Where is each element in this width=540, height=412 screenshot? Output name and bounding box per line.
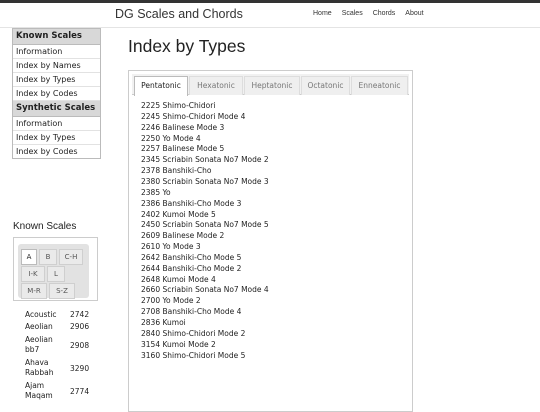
scale-link[interactable]: 2402 Kumoi Mode 5 <box>141 210 216 220</box>
tab-enneatonic[interactable]: Enneatonic <box>351 76 408 95</box>
nav-scales[interactable]: Scales <box>342 10 363 17</box>
scale-code: 2774 <box>70 387 90 396</box>
letter-tab-s-z[interactable]: S-Z <box>49 283 75 299</box>
sidebar-item-synthetic-index-codes[interactable]: Index by Codes <box>13 145 100 158</box>
main-nav: Home Scales Chords About <box>313 10 424 17</box>
scale-link[interactable]: 2257 Balinese Mode 5 <box>141 144 224 154</box>
scale-link[interactable]: 2450 Scriabin Sonata No7 Mode 5 <box>141 220 269 230</box>
scale-link[interactable]: 2380 Scriabin Sonata No7 Mode 3 <box>141 177 269 187</box>
scale-link[interactable]: 2345 Scriabin Sonata No7 Mode 2 <box>141 155 269 165</box>
scale-link[interactable]: 2225 Shimo-Chidori <box>141 101 215 111</box>
scale-link[interactable]: 2246 Balinese Mode 3 <box>141 123 224 133</box>
scale-name[interactable]: Acoustic <box>25 310 65 320</box>
scale-link[interactable]: 2385 Yo <box>141 188 171 198</box>
scale-link[interactable]: 2660 Scriabin Sonata No7 Mode 4 <box>141 285 269 295</box>
tab-hexatonic[interactable]: Hexatonic <box>189 76 243 95</box>
sidebar-header-synthetic: Synthetic Scales <box>13 101 100 117</box>
scale-link[interactable]: 2378 Banshiki-Cho <box>141 166 211 176</box>
sidebar-item-synthetic-index-types[interactable]: Index by Types <box>13 131 100 145</box>
scale-link[interactable]: 2609 Balinese Mode 2 <box>141 231 224 241</box>
sidebar: Known Scales Information Index by Names … <box>12 28 101 159</box>
sidebar-header-known: Known Scales <box>13 29 100 45</box>
page-title: Index by Types <box>128 36 246 56</box>
nav-chords[interactable]: Chords <box>373 10 396 17</box>
scale-link[interactable]: 2648 Kumoi Mode 4 <box>141 275 216 285</box>
sidebar-menu: Known Scales Information Index by Names … <box>12 28 101 159</box>
tab-octatonic[interactable]: Octatonic <box>301 76 350 95</box>
nav-about[interactable]: About <box>405 10 423 17</box>
scale-name[interactable]: Aeolian <box>25 322 65 332</box>
letter-tab-i-k[interactable]: I-K <box>21 266 45 282</box>
tab-heptatonic[interactable]: Heptatonic <box>244 76 300 95</box>
letter-tab-a[interactable]: A <box>21 249 37 265</box>
scale-code: 2906 <box>70 322 90 331</box>
scale-link[interactable]: 3154 Kumoi Mode 2 <box>141 340 216 350</box>
site-title[interactable]: DG Scales and Chords <box>115 7 243 21</box>
tab-pentatonic[interactable]: Pentatonic <box>134 76 188 96</box>
scale-link[interactable]: 2836 Kumoi <box>141 318 186 328</box>
scale-name[interactable]: Ajam Maqam <box>25 381 65 401</box>
scale-link[interactable]: 2386 Banshiki-Cho Mode 3 <box>141 199 241 209</box>
scale-link[interactable]: 2642 Banshiki-Cho Mode 5 <box>141 253 241 263</box>
scale-name[interactable]: Ahava Rabbah <box>25 358 65 378</box>
scale-link[interactable]: 2644 Banshiki-Cho Mode 2 <box>141 264 241 274</box>
scale-code: 2908 <box>70 341 90 350</box>
scale-link[interactable]: 2250 Yo Mode 4 <box>141 134 201 144</box>
scale-code: 3290 <box>70 364 90 373</box>
known-scales-title: Known Scales <box>13 221 77 232</box>
sidebar-item-synthetic-information[interactable]: Information <box>13 117 100 131</box>
sidebar-item-known-index-names[interactable]: Index by Names <box>13 59 100 73</box>
scale-name[interactable]: Aeolian bb7 <box>25 335 65 355</box>
letter-tab-l[interactable]: L <box>47 266 65 282</box>
scale-code: 2742 <box>70 310 90 319</box>
sidebar-item-known-information[interactable]: Information <box>13 45 100 59</box>
sidebar-item-known-index-types[interactable]: Index by Types <box>13 73 100 87</box>
scale-link[interactable]: 2708 Banshiki-Cho Mode 4 <box>141 307 241 317</box>
scale-link[interactable]: 2610 Yo Mode 3 <box>141 242 201 252</box>
sidebar-item-known-index-codes[interactable]: Index by Codes <box>13 87 100 101</box>
scale-link[interactable]: 3160 Shimo-Chidori Mode 5 <box>141 351 245 361</box>
scale-link[interactable]: 2840 Shimo-Chidori Mode 2 <box>141 329 245 339</box>
site-header: DG Scales and Chords Home Scales Chords … <box>0 3 540 28</box>
types-tab-bar: Pentatonic Hexatonic Heptatonic Octatoni… <box>132 74 409 96</box>
scale-link[interactable]: 2700 Yo Mode 2 <box>141 296 201 306</box>
letter-tab-c-h[interactable]: C-H <box>59 249 83 265</box>
letter-tab-b[interactable]: B <box>39 249 57 265</box>
letter-tab-m-r[interactable]: M-R <box>21 283 47 299</box>
scale-link[interactable]: 2245 Shimo-Chidori Mode 4 <box>141 112 245 122</box>
types-tabs-panel: Pentatonic Hexatonic Heptatonic Octatoni… <box>128 70 413 412</box>
nav-home[interactable]: Home <box>313 10 332 17</box>
letter-tabs-panel: A B C-H I-K L M-R S-Z <box>13 237 98 301</box>
